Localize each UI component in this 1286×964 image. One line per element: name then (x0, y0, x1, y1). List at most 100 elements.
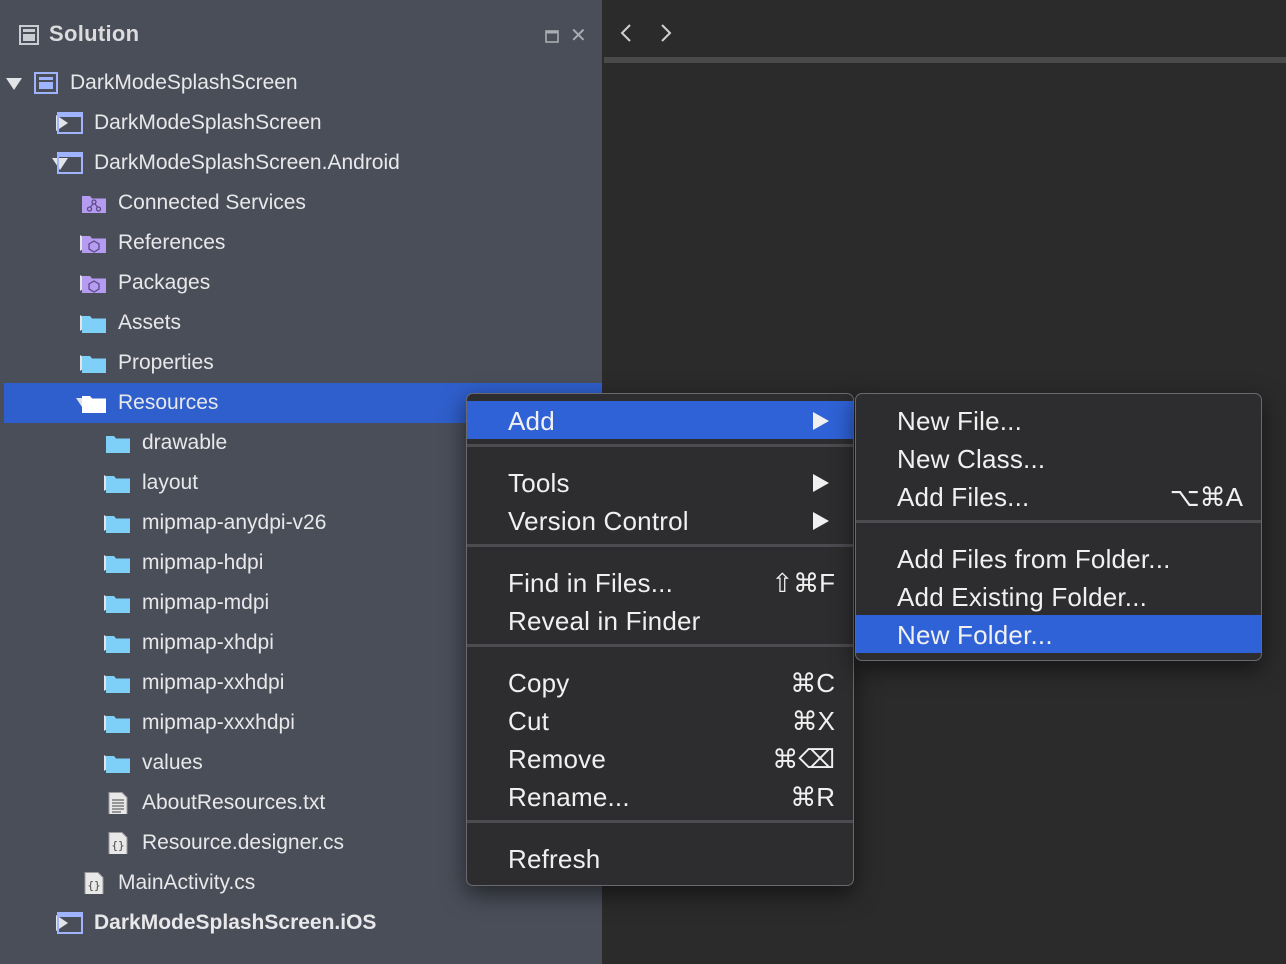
menu-item-add[interactable]: Add (467, 401, 853, 439)
tree-row-label: Packages (118, 271, 211, 294)
menu-item-refresh[interactable]: Refresh (467, 839, 853, 877)
tree-row-label: mipmap-xxhdpi (142, 671, 285, 694)
folder-open-icon (82, 396, 106, 413)
folder-icon (106, 436, 130, 453)
svg-text:{}: {} (111, 839, 124, 852)
connected-services-icon (82, 196, 106, 213)
tree-row-label: layout (142, 471, 199, 494)
folder-icon (106, 756, 130, 773)
folder-icon (106, 556, 130, 573)
menu-separator (467, 820, 853, 823)
menu-item-shortcut: ⇧⌘F (771, 568, 835, 598)
menu-item-remove[interactable]: Remove ⌘⌫ (467, 739, 853, 777)
menu-item-label: Tools (508, 468, 570, 498)
submenu-arrow-icon (813, 474, 829, 492)
menu-item-shortcut: ⌥⌘A (1169, 482, 1243, 512)
tree-row-label: mipmap-mdpi (142, 591, 270, 614)
menu-separator (467, 544, 853, 547)
csharp-file-icon: {} (84, 872, 104, 894)
tree-row[interactable]: Connected Services (0, 183, 602, 223)
menu-separator (856, 520, 1261, 523)
close-icon[interactable]: ✕ (570, 26, 587, 46)
menu-item-label: New Class... (897, 444, 1046, 474)
menu-item-label: Add Files from Folder... (897, 544, 1171, 574)
folder-icon (82, 316, 106, 333)
menu-item-rename[interactable]: Rename... ⌘R (467, 777, 853, 815)
disclosure-expanded-icon[interactable] (6, 78, 22, 90)
menu-item-label: Remove (508, 744, 607, 774)
tree-row[interactable]: DarkModeSplashScreen (0, 103, 602, 143)
tree-row-label: Resource.designer.cs (142, 831, 344, 854)
menu-item-new-file[interactable]: New File... (856, 401, 1261, 439)
menu-item-label: Add Existing Folder... (897, 582, 1148, 612)
tree-row-label: MainActivity.cs (118, 871, 256, 894)
folder-icon (106, 596, 130, 613)
menu-item-label: Copy (508, 668, 570, 698)
add-submenu: New File... New Class... Add Files... ⌥⌘A Ad… (855, 393, 1262, 661)
folder-icon (106, 716, 130, 733)
menu-item-label: Reveal in Finder (508, 606, 701, 636)
tree-row-label: DarkModeSplashScreen (94, 111, 322, 134)
tree-row-label: mipmap-xxxhdpi (142, 711, 295, 734)
tree-row-label: mipmap-xhdpi (142, 631, 274, 654)
tree-row[interactable]: Packages (0, 263, 602, 303)
tree-row[interactable]: Assets (0, 303, 602, 343)
tree-row-label: Assets (118, 311, 182, 334)
tree-row[interactable]: Properties (0, 343, 602, 383)
tree-row[interactable]: References (0, 223, 602, 263)
navigate-back-icon[interactable] (617, 22, 637, 44)
maximize-icon[interactable] (545, 30, 559, 43)
menu-separator (467, 644, 853, 647)
submenu-arrow-icon (813, 512, 829, 530)
project-icon (57, 912, 83, 934)
svg-text:{}: {} (87, 879, 100, 892)
menu-item-reveal-in-finder[interactable]: Reveal in Finder (467, 601, 853, 639)
menu-item-new-class[interactable]: New Class... (856, 439, 1261, 477)
tree-row[interactable]: DarkModeSplashScreen.iOS (0, 903, 602, 943)
menu-item-find-in-files[interactable]: Find in Files... ⇧⌘F (467, 563, 853, 601)
tree-row-label: DarkModeSplashScreen.iOS (94, 911, 377, 934)
menu-item-shortcut: ⌘⌫ (772, 744, 835, 774)
menu-item-copy[interactable]: Copy ⌘C (467, 663, 853, 701)
project-icon (57, 152, 83, 174)
menu-item-label: New Folder... (897, 620, 1053, 650)
menu-separator (467, 444, 853, 447)
navigate-forward-icon[interactable] (656, 22, 676, 44)
editor-tab-bar-divider (604, 57, 1286, 63)
tree-row-label: References (118, 231, 226, 254)
menu-item-new-folder[interactable]: New Folder... (856, 615, 1261, 653)
menu-item-add-existing-folder[interactable]: Add Existing Folder... (856, 577, 1261, 615)
tree-row-label: Properties (118, 351, 214, 374)
project-icon (57, 112, 83, 134)
packages-folder-icon (82, 276, 106, 293)
tree-row[interactable]: DarkModeSplashScreen.Android (0, 143, 602, 183)
folder-icon (106, 516, 130, 533)
menu-item-tools[interactable]: Tools (467, 463, 853, 501)
menu-item-label: New File... (897, 406, 1023, 436)
solution-pad-title: Solution (49, 21, 140, 46)
tree-row-label: DarkModeSplashScreen.Android (94, 151, 400, 174)
tree-row[interactable]: DarkModeSplashScreen (0, 63, 602, 103)
tree-row-label: mipmap-anydpi-v26 (142, 511, 327, 534)
solution-pad-header: Solution ✕ (0, 0, 602, 70)
solution-icon (34, 72, 58, 94)
menu-item-add-files-from-folder[interactable]: Add Files from Folder... (856, 539, 1261, 577)
menu-item-shortcut: ⌘C (790, 668, 835, 698)
menu-item-label: Cut (508, 706, 550, 736)
menu-item-version-control[interactable]: Version Control (467, 501, 853, 539)
folder-icon (106, 476, 130, 493)
solution-pad-icon (19, 25, 39, 45)
menu-item-shortcut: ⌘R (790, 782, 835, 812)
menu-item-label: Refresh (508, 844, 601, 874)
tree-row-label: AboutResources.txt (142, 791, 326, 814)
menu-item-label: Add Files... (897, 482, 1030, 512)
menu-item-cut[interactable]: Cut ⌘X (467, 701, 853, 739)
csharp-file-icon: {} (108, 832, 128, 854)
references-folder-icon (82, 236, 106, 253)
menu-item-label: Find in Files... (508, 568, 674, 598)
context-menu: Add Tools Version Control Find in Files... ⇧… (466, 393, 854, 886)
menu-item-label: Version Control (508, 506, 689, 536)
text-file-icon (108, 792, 128, 814)
folder-icon (82, 356, 106, 373)
menu-item-add-files[interactable]: Add Files... ⌥⌘A (856, 477, 1261, 515)
